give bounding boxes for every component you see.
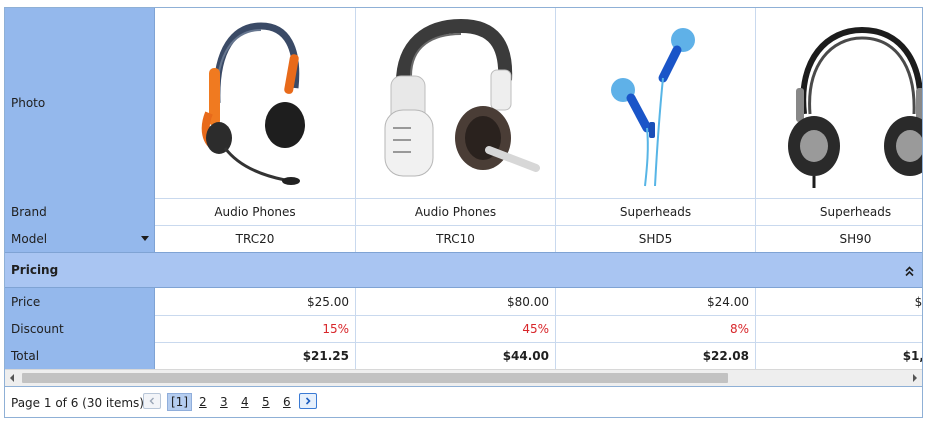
model-row: Model TRC20 TRC10 SHD5 SH90	[5, 225, 922, 252]
row-header-label: Price	[11, 294, 41, 309]
brand-cell[interactable]: Superheads	[555, 198, 755, 225]
row-header-label: Brand	[11, 204, 47, 219]
price-cell[interactable]: $25.00	[155, 288, 355, 315]
model-cell[interactable]: TRC20	[155, 225, 355, 252]
discount-cell[interactable]: 15%	[155, 315, 355, 342]
row-header-label: Discount	[11, 321, 64, 336]
total-cell[interactable]: $21.25	[155, 342, 355, 369]
chevron-left-icon	[149, 397, 154, 405]
sort-descending-icon[interactable]	[141, 236, 149, 241]
total-cell[interactable]: $1,187	[755, 342, 922, 369]
price-cell[interactable]: $24.00	[555, 288, 755, 315]
page-link[interactable]: 4	[241, 393, 249, 411]
total-cell[interactable]: $44.00	[355, 342, 555, 369]
grid-viewport: Photo Brand Audio Phones Audio Phones Su…	[5, 8, 922, 369]
scroll-left-icon[interactable]	[5, 370, 20, 386]
current-page: [1]	[167, 393, 192, 411]
discount-row: Discount 15% 45% 8%	[5, 315, 922, 343]
blue-earbuds-icon	[610, 28, 695, 187]
photo-cell[interactable]	[755, 8, 922, 198]
total-cell[interactable]: $22.08	[555, 342, 755, 369]
price-cell[interactable]: $1,25	[755, 288, 922, 315]
orange-headset-with-mic-icon	[201, 22, 305, 185]
total-row: Total $21.25 $44.00 $22.08 $1,187	[5, 342, 922, 369]
row-header-total: Total	[5, 342, 155, 369]
price-cell[interactable]: $80.00	[355, 288, 555, 315]
prev-page-button[interactable]	[143, 393, 161, 409]
model-cell[interactable]: SHD5	[555, 225, 755, 252]
vertical-grid: Photo Brand Audio Phones Audio Phones Su…	[4, 7, 923, 418]
discount-cell[interactable]: 45%	[355, 315, 555, 342]
row-header-model[interactable]: Model	[5, 225, 155, 252]
double-chevron-up-icon[interactable]	[904, 266, 915, 277]
model-cell[interactable]: SH90	[755, 225, 922, 252]
model-cell[interactable]: TRC10	[355, 225, 555, 252]
page-link[interactable]: 5	[262, 393, 270, 411]
row-header-label: Photo	[11, 96, 46, 110]
brand-cell[interactable]: Audio Phones	[155, 198, 355, 225]
brand-row: Brand Audio Phones Audio Phones Superhea…	[5, 198, 922, 226]
photo-cell[interactable]	[355, 8, 555, 198]
page-link[interactable]: 3	[220, 393, 228, 411]
row-header-label: Total	[11, 348, 40, 363]
row-header-photo: Photo	[5, 8, 155, 198]
row-header-price: Price	[5, 288, 155, 315]
brand-cell[interactable]: Audio Phones	[355, 198, 555, 225]
row-header-discount: Discount	[5, 315, 155, 342]
scroll-right-icon[interactable]	[907, 370, 922, 386]
row-header-brand: Brand	[5, 198, 155, 225]
pager-summary: Page 1 of 6 (30 items)	[11, 395, 144, 410]
horizontal-scrollbar[interactable]	[5, 369, 922, 386]
page-link[interactable]: 2	[199, 393, 207, 411]
pager: Page 1 of 6 (30 items) [1] 2 3 4 5 6	[5, 386, 922, 417]
black-headphones-icon	[787, 26, 922, 188]
photo-row: Photo	[5, 8, 922, 199]
brand-cell[interactable]: Superheads	[755, 198, 922, 225]
price-row: Price $25.00 $80.00 $24.00 $1,25	[5, 288, 922, 316]
white-headset-with-mic-icon	[384, 18, 540, 177]
discount-cell[interactable]	[755, 315, 922, 342]
photo-cell[interactable]	[155, 8, 355, 198]
row-header-label: Model	[11, 231, 48, 246]
discount-cell[interactable]: 8%	[555, 315, 755, 342]
scrollbar-thumb[interactable]	[22, 373, 728, 383]
photo-cell[interactable]	[555, 8, 755, 198]
group-label: Pricing	[11, 263, 59, 277]
page-link[interactable]: 6	[283, 393, 291, 411]
next-page-button[interactable]	[299, 393, 317, 409]
pricing-group-header[interactable]: Pricing	[5, 252, 922, 288]
chevron-right-icon	[305, 397, 311, 405]
